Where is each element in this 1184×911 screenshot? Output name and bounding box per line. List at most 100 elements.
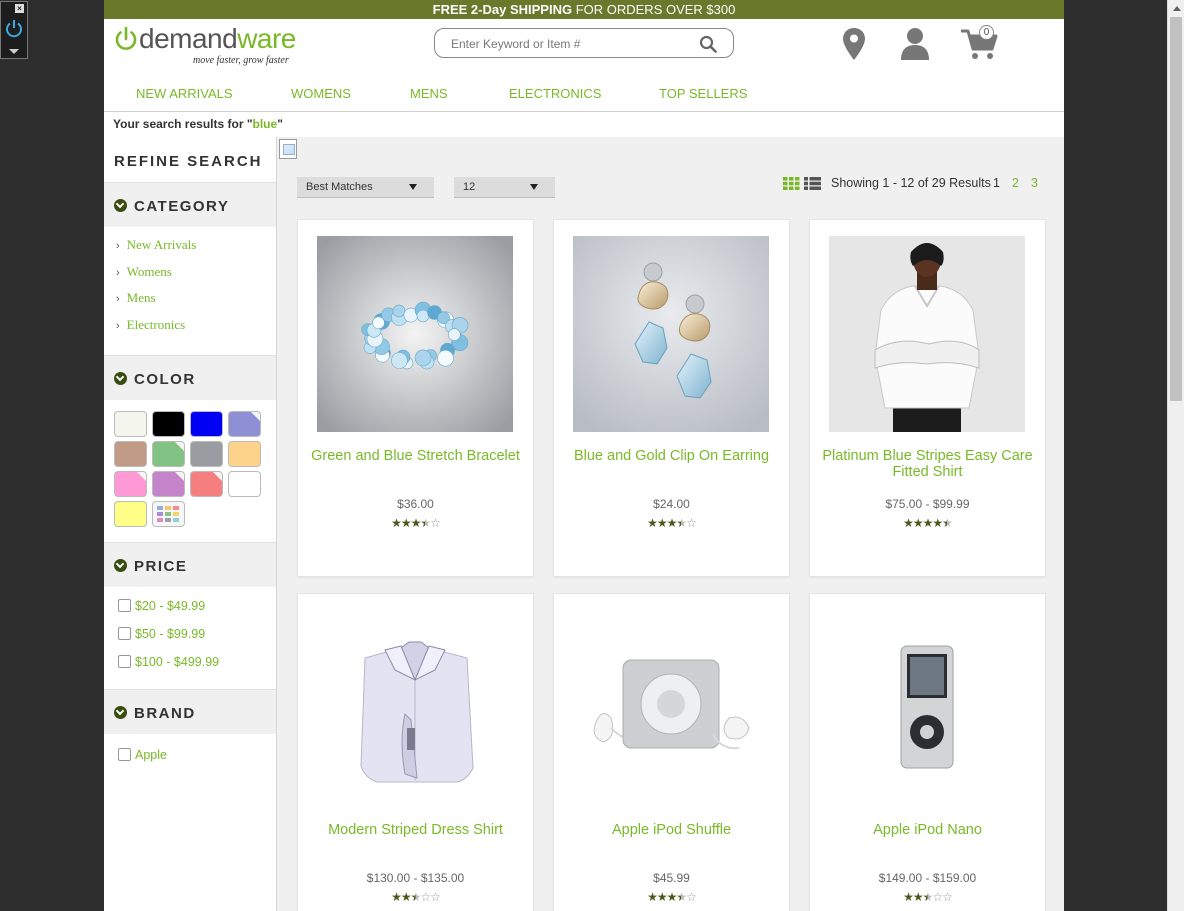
swatch-fold — [251, 412, 260, 421]
color-swatch[interactable] — [190, 471, 223, 497]
power-icon[interactable] — [4, 18, 24, 38]
category-label: Electronics — [126, 316, 186, 332]
product-name[interactable]: Platinum Blue Stripes Easy Care Fitted S… — [820, 448, 1035, 480]
logo[interactable]: demandware move faster, grow faster — [114, 23, 304, 66]
power-widget[interactable]: × — [0, 1, 28, 59]
color-header[interactable]: COLOR — [104, 356, 276, 400]
nav-mens[interactable]: MENS — [410, 86, 448, 101]
scroll-up-arrow[interactable] — [1168, 0, 1184, 17]
star-full-icon: ★ — [932, 516, 943, 530]
color-swatch[interactable] — [190, 411, 223, 437]
product-image-dress-shirt[interactable] — [317, 610, 513, 806]
price-option[interactable]: $20 - $49.99 — [118, 599, 276, 627]
checkbox[interactable] — [118, 627, 131, 640]
chevron-down-icon[interactable] — [9, 49, 19, 54]
color-swatch[interactable] — [228, 471, 261, 497]
chevron-right-icon: › — [116, 293, 120, 305]
close-icon[interactable]: × — [15, 4, 24, 13]
storefront-page: FREE 2-Day SHIPPING FOR ORDERS OVER $300… — [104, 0, 1064, 911]
store-locator-icon[interactable] — [841, 27, 867, 61]
account-icon[interactable] — [899, 27, 931, 61]
product-name[interactable]: Apple iPod Shuffle — [564, 822, 779, 838]
results-suffix: " — [277, 117, 283, 131]
logo-name-main: demand — [139, 23, 238, 54]
search-input[interactable] — [451, 35, 691, 52]
color-swatch[interactable] — [228, 411, 261, 437]
dropdown-arrow-icon — [409, 184, 417, 190]
earring-image — [573, 236, 769, 432]
nav-new-arrivals[interactable]: NEW ARRIVALS — [136, 86, 233, 101]
promo-rest: FOR ORDERS OVER $300 — [572, 2, 736, 17]
chevron-right-icon: › — [116, 319, 120, 332]
rating-stars: ★★★☆☆ — [298, 890, 533, 904]
product-tile[interactable]: Modern Striped Dress Shirt $130.00 - $13… — [297, 593, 534, 911]
category-item-mens[interactable]: › Mens — [116, 290, 276, 317]
nav-top-sellers[interactable]: TOP SELLERS — [659, 86, 747, 101]
price-option[interactable]: $50 - $99.99 — [118, 627, 276, 655]
price-option[interactable]: $100 - $499.99 — [118, 655, 276, 683]
color-swatch[interactable] — [114, 501, 147, 527]
page-size-select[interactable]: 12 — [454, 177, 555, 198]
grid-view-icon[interactable] — [783, 177, 800, 190]
product-image-ipod-nano[interactable] — [829, 610, 1025, 806]
color-swatch[interactable] — [152, 501, 185, 527]
color-swatch[interactable] — [152, 411, 185, 437]
price-header[interactable]: PRICE — [104, 543, 276, 587]
product-tile[interactable]: Platinum Blue Stripes Easy Care Fitted S… — [809, 219, 1046, 577]
star-full-icon: ★ — [656, 890, 668, 904]
nav-electronics[interactable]: ELECTRONICS — [509, 86, 601, 101]
star-full-icon: ★ — [666, 890, 678, 904]
star-full-icon: ★ — [647, 516, 658, 530]
page-link-3[interactable]: 3 — [1031, 176, 1038, 190]
chevron-down-icon — [114, 559, 127, 572]
category-item-new-arrivals[interactable]: › New Arrivals — [116, 237, 276, 264]
color-swatch[interactable] — [152, 441, 185, 467]
results-count: Showing 1 - 12 of 29 Results — [831, 176, 991, 190]
brand-option-apple[interactable]: Apple — [118, 748, 276, 776]
star-empty-icon: ☆ — [686, 516, 697, 530]
product-image-ipod-shuffle[interactable] — [573, 610, 769, 806]
color-swatch[interactable] — [114, 411, 147, 437]
promo-bold: FREE 2-Day SHIPPING — [432, 2, 573, 17]
checkbox[interactable] — [118, 748, 131, 761]
product-tile[interactable]: Apple iPod Shuffle $45.99 ★★★★☆ — [553, 593, 790, 911]
star-empty-icon: ☆ — [932, 890, 943, 904]
brand-title: BRAND — [134, 705, 196, 722]
brand-label: Apple — [135, 748, 167, 762]
color-swatch[interactable] — [190, 441, 223, 467]
cart-count-badge[interactable]: 0 — [979, 25, 994, 40]
product-tile[interactable]: Blue and Gold Clip On Earring $24.00 ★★★… — [553, 219, 790, 577]
page-link-2[interactable]: 2 — [1012, 176, 1019, 190]
product-name[interactable]: Green and Blue Stretch Bracelet — [308, 448, 523, 464]
product-tile[interactable]: Apple iPod Nano $149.00 - $159.00 ★★★☆☆ — [809, 593, 1046, 911]
nav-womens[interactable]: WOMENS — [291, 86, 351, 101]
product-image-earring[interactable] — [573, 236, 769, 432]
color-swatch[interactable] — [114, 471, 147, 497]
product-tile[interactable]: Green and Blue Stretch Bracelet $36.00 ★… — [297, 219, 534, 577]
category-item-electronics[interactable]: › Electronics — [116, 317, 276, 344]
color-swatch[interactable] — [152, 471, 185, 497]
checkbox[interactable] — [118, 599, 131, 612]
product-name[interactable]: Modern Striped Dress Shirt — [308, 822, 523, 838]
product-name[interactable]: Apple iPod Nano — [820, 822, 1035, 838]
product-image-shirt-woman[interactable] — [829, 236, 1025, 432]
brand-list: Apple — [104, 734, 276, 776]
sort-select[interactable]: Best Matches — [297, 177, 434, 198]
color-swatch[interactable] — [228, 441, 261, 467]
checkbox[interactable] — [118, 655, 131, 668]
category-list: › New Arrivals › Womens › Mens › Electronics — [104, 227, 276, 356]
category-header[interactable]: CATEGORY — [104, 183, 276, 227]
color-swatch[interactable] — [114, 441, 147, 467]
search-icon[interactable] — [699, 35, 717, 53]
scroll-thumb[interactable] — [1170, 17, 1182, 401]
vertical-scrollbar[interactable] — [1167, 0, 1184, 911]
product-name[interactable]: Blue and Gold Clip On Earring — [564, 448, 779, 464]
star-empty-icon: ☆ — [942, 890, 953, 904]
page-current: 1 — [993, 176, 1000, 190]
product-image-bracelet[interactable] — [317, 236, 513, 432]
search-box — [434, 28, 734, 58]
brand-header[interactable]: BRAND — [104, 690, 276, 734]
category-item-womens[interactable]: › Womens — [116, 264, 276, 291]
category-label: Womens — [126, 263, 172, 279]
list-view-icon[interactable] — [804, 177, 821, 190]
